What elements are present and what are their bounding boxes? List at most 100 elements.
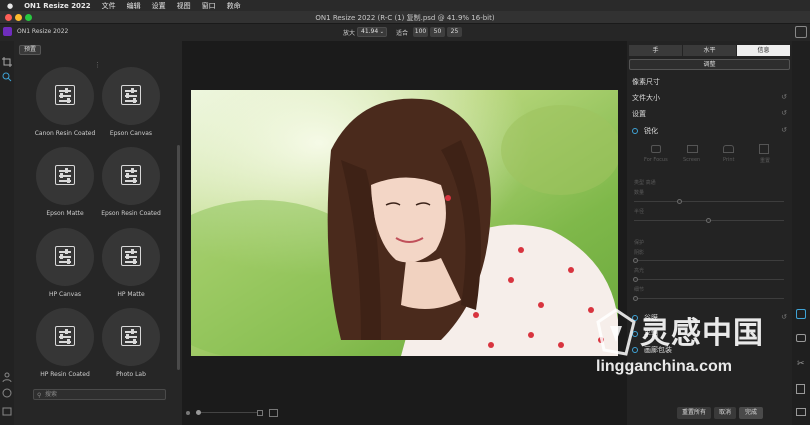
camera-icon[interactable] [651,145,661,153]
preset-thumbnail[interactable] [36,67,94,125]
zoom-100-button[interactable]: 100 [413,27,428,37]
preset-thumbnail[interactable] [102,228,160,286]
window-title: ON1 Resize 2022 (R-C (1) 复制.psd @ 41.9% … [315,14,495,22]
highlights-label: 高光 [634,268,645,274]
preset-card[interactable]: Epson Matte [30,147,100,217]
sharpen-toggle[interactable] [632,128,638,134]
preset-thumbnail[interactable] [36,147,94,205]
apple-icon[interactable]: ● [7,2,13,10]
resize-module-icon[interactable] [796,309,806,319]
share-icon[interactable] [796,384,805,394]
module-strip: ✂ [792,41,810,425]
texture-toggle[interactable] [632,315,638,321]
search-placeholder: 搜索 [45,391,58,398]
segment-hand[interactable]: 手 [629,45,682,56]
presets-tab[interactable]: 预置 [19,45,42,55]
preset-card[interactable]: HP Matte [96,228,166,298]
fit-label[interactable]: 适合 [396,28,408,37]
menu-bar: ● ON1 Resize 2022 文件 编辑 设置 视图 窗口 救命 [0,0,810,11]
zoom-select[interactable]: 41.94 ⌄ [357,27,387,37]
section-texture[interactable]: 谷膜 [644,313,658,323]
crop-icon[interactable] [2,57,12,67]
gallery-wrap-toggle[interactable] [632,347,638,353]
mode-reset: 重置 [760,158,771,164]
scissors-icon[interactable]: ✂ [797,359,805,369]
menu-app-name[interactable]: ON1 Resize 2022 [24,2,91,10]
section-tile[interactable]: 平铺 [644,329,658,339]
zoom-slider-knob[interactable] [196,410,201,415]
zoom-25-button[interactable]: 25 [447,27,462,37]
preset-card[interactable]: HP Resin Coated [30,308,100,378]
preset-thumbnail[interactable] [36,228,94,286]
preset-icon [55,326,75,346]
amount-slider-knob[interactable] [677,199,682,204]
menu-window[interactable]: 窗口 [202,1,216,11]
preset-card[interactable]: Photo Lab [96,308,166,378]
preset-icon [121,326,141,346]
zoom-out-icon[interactable] [186,411,190,415]
amount-slider[interactable] [634,201,784,202]
panel-toggle-icon[interactable] [2,407,12,417]
help-icon[interactable] [2,388,12,398]
detail-slider[interactable] [634,298,784,299]
preset-label: Epson Matte [46,210,84,217]
reset-all-button[interactable]: 重置所有 [677,407,711,419]
section-pixel-size[interactable]: 像素尺寸 [632,77,660,87]
amount-label: 数量 [634,190,645,196]
menu-view[interactable]: 视图 [177,1,191,11]
preset-thumbnail[interactable] [102,67,160,125]
zoom-in-icon[interactable] [257,410,263,416]
zoom-slider[interactable] [196,412,258,413]
tile-toggle[interactable] [632,331,638,337]
preset-search-input[interactable]: ⚲ 搜索 [33,389,166,400]
shadows-slider[interactable] [634,260,784,261]
section-gallery-wrap[interactable]: 画廊包装 [644,345,672,355]
presets-scrollbar[interactable] [177,145,180,370]
compare-icon[interactable] [269,409,278,417]
preset-thumbnail[interactable] [102,308,160,366]
section-sharpen[interactable]: 锐化 [644,126,658,136]
reset-icon[interactable]: ↺ [781,313,787,321]
user-icon[interactable] [2,372,12,382]
menu-file[interactable]: 文件 [102,1,116,11]
reset-icon[interactable]: ↺ [781,126,787,134]
zoom-value: 41.94 [361,28,379,35]
zoom-tool-icon[interactable] [2,72,12,82]
preset-label: HP Resin Coated [40,371,90,378]
printer-icon[interactable] [723,145,734,153]
browse-icon[interactable] [795,26,807,38]
reset-mode-icon[interactable] [759,144,769,154]
preset-label: HP Canvas [48,291,82,298]
menu-edit[interactable]: 编辑 [127,1,141,11]
preset-thumbnail[interactable] [36,308,94,366]
segment-horizontal[interactable]: 水平 [683,45,736,56]
reset-icon[interactable]: ↺ [781,93,787,101]
zoom-50-button[interactable]: 50 [430,27,445,37]
radius-slider-knob[interactable] [706,218,711,223]
adjust-button[interactable]: 调整 [629,59,790,70]
section-file-size[interactable]: 文件大小 [632,93,660,103]
cancel-button[interactable]: 取消 [714,407,736,419]
chevron-down-icon: ⌄ [379,29,384,35]
reset-icon[interactable]: ↺ [781,109,787,117]
detail-slider-knob[interactable] [633,296,638,301]
section-settings[interactable]: 设置 [632,109,646,119]
panel-icon[interactable] [796,408,806,416]
done-button[interactable]: 完成 [739,407,763,419]
preset-icon [121,246,141,266]
preset-card[interactable]: Epson Canvas [96,67,166,137]
preset-label: Epson Canvas [109,130,153,137]
preset-thumbnail[interactable] [102,147,160,205]
mode-screen: Screen [683,157,701,163]
segment-info[interactable]: 信息 [737,45,790,56]
print-module-icon[interactable] [796,334,806,342]
screen-icon[interactable] [687,145,698,153]
highlights-slider[interactable] [634,279,784,280]
menu-help[interactable]: 救命 [227,1,241,11]
shadows-slider-knob[interactable] [633,258,638,263]
menu-settings[interactable]: 设置 [152,1,166,11]
preset-card[interactable]: HP Canvas [30,228,100,298]
preset-card[interactable]: Canon Resin Coated [30,67,100,137]
preset-card[interactable]: Epson Resin Coated [96,147,166,217]
highlights-slider-knob[interactable] [633,277,638,282]
